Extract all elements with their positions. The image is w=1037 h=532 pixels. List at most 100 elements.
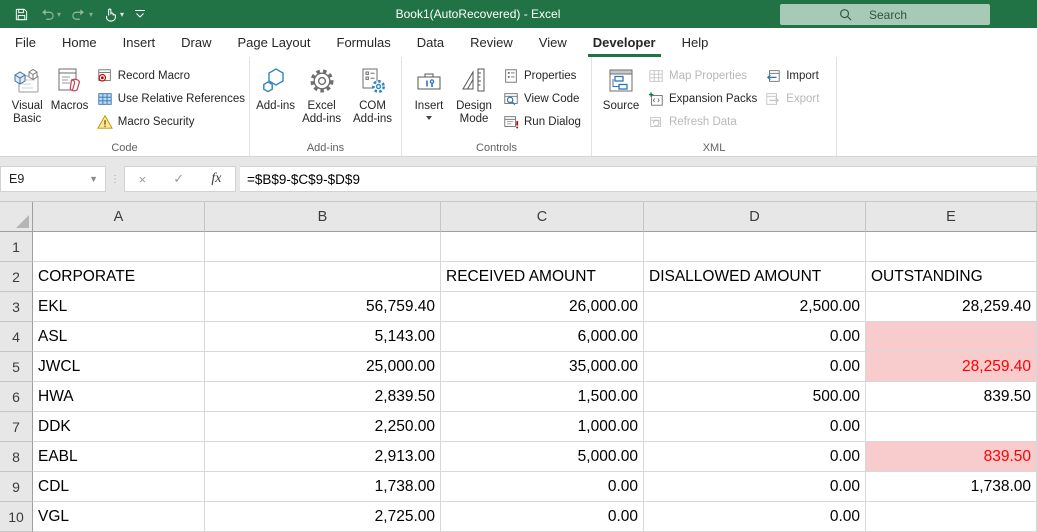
macro-security-button[interactable]: Macro Security bbox=[96, 114, 245, 130]
undo-button[interactable]: ▾ bbox=[39, 3, 61, 25]
cell-D2[interactable]: DISALLOWED AMOUNT bbox=[644, 262, 866, 292]
cell-C5[interactable]: 35,000.00 bbox=[441, 352, 644, 382]
cell-D9[interactable]: 0.00 bbox=[644, 472, 866, 502]
import-button[interactable]: Import bbox=[765, 68, 819, 84]
cell-E6[interactable]: 839.50 bbox=[866, 382, 1037, 412]
cell-C4[interactable]: 6,000.00 bbox=[441, 322, 644, 352]
cell-C1[interactable] bbox=[441, 232, 644, 262]
cell-B7[interactable]: 2,250.00 bbox=[205, 412, 441, 442]
column-header-D[interactable]: D bbox=[644, 202, 866, 232]
cell-D3[interactable]: 2,500.00 bbox=[644, 292, 866, 322]
tab-developer[interactable]: Developer bbox=[580, 28, 669, 57]
cell-E1[interactable] bbox=[866, 232, 1037, 262]
tab-view[interactable]: View bbox=[526, 28, 580, 57]
tab-home[interactable]: Home bbox=[49, 28, 110, 57]
name-box[interactable]: E9 ▼ bbox=[0, 166, 106, 192]
export-button[interactable]: Export bbox=[765, 91, 819, 107]
column-header-E[interactable]: E bbox=[866, 202, 1037, 232]
use-relative-references-button[interactable]: Use Relative References bbox=[97, 91, 245, 107]
run-dialog-button[interactable]: Run Dialog bbox=[503, 114, 581, 130]
cell-B2[interactable] bbox=[205, 262, 441, 292]
cell-B8[interactable]: 2,913.00 bbox=[205, 442, 441, 472]
column-header-B[interactable]: B bbox=[205, 202, 441, 232]
row-header-1[interactable]: 1 bbox=[0, 232, 33, 262]
map-properties-button[interactable]: Map Properties bbox=[648, 68, 757, 84]
cell-A7[interactable]: DDK bbox=[33, 412, 205, 442]
row-header-10[interactable]: 10 bbox=[0, 502, 33, 532]
add-ins-button[interactable]: Add-ins bbox=[256, 61, 295, 113]
cell-A2[interactable]: CORPORATE bbox=[33, 262, 205, 292]
cell-C6[interactable]: 1,500.00 bbox=[441, 382, 644, 412]
cell-A10[interactable]: VGL bbox=[33, 502, 205, 532]
cell-A8[interactable]: EABL bbox=[33, 442, 205, 472]
cell-D5[interactable]: 0.00 bbox=[644, 352, 866, 382]
row-header-8[interactable]: 8 bbox=[0, 442, 33, 472]
cell-C9[interactable]: 0.00 bbox=[441, 472, 644, 502]
row-header-5[interactable]: 5 bbox=[0, 352, 33, 382]
formula-bar-splitter[interactable]: ⋮ bbox=[106, 174, 124, 184]
row-header-4[interactable]: 4 bbox=[0, 322, 33, 352]
select-all-button[interactable] bbox=[0, 202, 33, 232]
cell-A9[interactable]: CDL bbox=[33, 472, 205, 502]
tab-insert[interactable]: Insert bbox=[110, 28, 169, 57]
cell-D10[interactable]: 0.00 bbox=[644, 502, 866, 532]
cell-E9-selected[interactable]: 1,738.00 bbox=[866, 472, 1037, 502]
cell-A3[interactable]: EKL bbox=[33, 292, 205, 322]
row-header-6[interactable]: 6 bbox=[0, 382, 33, 412]
cell-C10[interactable]: 0.00 bbox=[441, 502, 644, 532]
formula-input[interactable]: =$B$9-$C$9-$D$9 bbox=[240, 166, 1037, 192]
refresh-data-button[interactable]: Refresh Data bbox=[648, 114, 757, 130]
cell-A4[interactable]: ASL bbox=[33, 322, 205, 352]
properties-button[interactable]: Properties bbox=[503, 68, 581, 84]
tab-formulas[interactable]: Formulas bbox=[324, 28, 404, 57]
row-header-2[interactable]: 2 bbox=[0, 262, 33, 292]
row-header-7[interactable]: 7 bbox=[0, 412, 33, 442]
tab-file[interactable]: File bbox=[2, 28, 49, 57]
cell-B1[interactable] bbox=[205, 232, 441, 262]
insert-control-button[interactable]: Insert bbox=[408, 61, 450, 120]
redo-button[interactable]: ▾ bbox=[71, 3, 93, 25]
customize-qat-button[interactable] bbox=[134, 3, 146, 25]
tab-draw[interactable]: Draw bbox=[168, 28, 224, 57]
cell-D8[interactable]: 0.00 bbox=[644, 442, 866, 472]
visual-basic-button[interactable]: Visual Basic bbox=[6, 61, 48, 126]
enter-button[interactable]: ✓ bbox=[173, 171, 184, 187]
tab-data[interactable]: Data bbox=[404, 28, 457, 57]
cell-E3[interactable]: 28,259.40 bbox=[866, 292, 1037, 322]
tab-help[interactable]: Help bbox=[669, 28, 722, 57]
row-header-3[interactable]: 3 bbox=[0, 292, 33, 322]
column-header-C[interactable]: C bbox=[441, 202, 644, 232]
cell-C7[interactable]: 1,000.00 bbox=[441, 412, 644, 442]
cell-E10[interactable] bbox=[866, 502, 1037, 532]
insert-function-button[interactable]: fx bbox=[211, 171, 221, 187]
search-box[interactable]: Search bbox=[780, 4, 990, 25]
cell-A6[interactable]: HWA bbox=[33, 382, 205, 412]
view-code-button[interactable]: View Code bbox=[503, 91, 581, 107]
cell-B5[interactable]: 25,000.00 bbox=[205, 352, 441, 382]
touch-mouse-mode-button[interactable]: ▾ bbox=[103, 3, 124, 25]
com-add-ins-button[interactable]: COM Add-ins bbox=[348, 61, 397, 126]
cell-B9[interactable]: 1,738.00 bbox=[205, 472, 441, 502]
excel-add-ins-button[interactable]: Excel Add-ins bbox=[297, 61, 346, 126]
cell-D6[interactable]: 500.00 bbox=[644, 382, 866, 412]
cell-B4[interactable]: 5,143.00 bbox=[205, 322, 441, 352]
cell-E4[interactable] bbox=[866, 322, 1037, 352]
tab-page-layout[interactable]: Page Layout bbox=[225, 28, 324, 57]
cell-E8[interactable]: 839.50 bbox=[866, 442, 1037, 472]
cell-B6[interactable]: 2,839.50 bbox=[205, 382, 441, 412]
cell-D1[interactable] bbox=[644, 232, 866, 262]
cancel-button[interactable]: × bbox=[139, 172, 147, 187]
cell-E2[interactable]: OUTSTANDING bbox=[866, 262, 1037, 292]
cell-E7[interactable] bbox=[866, 412, 1037, 442]
cell-A1[interactable] bbox=[33, 232, 205, 262]
cell-C8[interactable]: 5,000.00 bbox=[441, 442, 644, 472]
tab-review[interactable]: Review bbox=[457, 28, 526, 57]
cell-D7[interactable]: 0.00 bbox=[644, 412, 866, 442]
record-macro-button[interactable]: Record Macro bbox=[97, 68, 245, 84]
cell-B3[interactable]: 56,759.40 bbox=[205, 292, 441, 322]
source-button[interactable]: Source bbox=[598, 61, 644, 113]
cell-B10[interactable]: 2,725.00 bbox=[205, 502, 441, 532]
cell-C2[interactable]: RECEIVED AMOUNT bbox=[441, 262, 644, 292]
cell-C3[interactable]: 26,000.00 bbox=[441, 292, 644, 322]
column-header-A[interactable]: A bbox=[33, 202, 205, 232]
